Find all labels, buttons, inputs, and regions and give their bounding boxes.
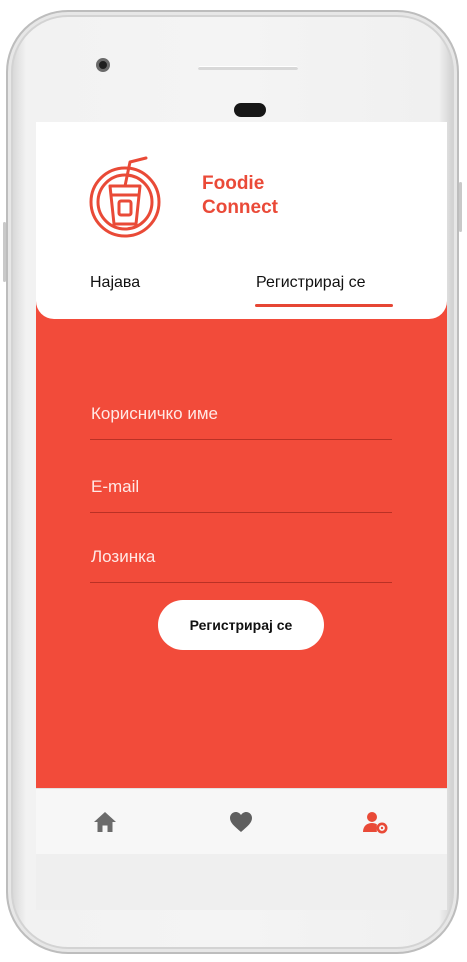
volume-button — [3, 222, 6, 282]
app-name-line1: Foodie — [202, 173, 265, 194]
heart-icon[interactable] — [228, 809, 254, 835]
tab-login[interactable]: Најава — [90, 274, 140, 292]
app-screen: Foodie Connect Најава Регистрирај се Кор… — [36, 122, 447, 854]
email-field[interactable]: E-mail — [90, 457, 392, 513]
home-icon[interactable] — [92, 809, 118, 835]
bottom-navigation — [36, 788, 447, 854]
password-field[interactable]: Лозинка — [90, 527, 392, 583]
tab-register[interactable]: Регистрирај се — [256, 274, 366, 292]
username-field[interactable]: Корисничко име — [90, 384, 392, 440]
proximity-sensor — [234, 103, 266, 117]
front-camera-icon — [96, 58, 110, 72]
password-placeholder: Лозинка — [91, 547, 156, 566]
earpiece-speaker — [198, 66, 298, 70]
active-tab-indicator — [255, 304, 393, 307]
username-placeholder: Корисничко име — [91, 404, 218, 423]
user-settings-icon[interactable] — [362, 809, 388, 835]
email-placeholder: E-mail — [91, 477, 140, 496]
app-name-line2: Connect — [202, 197, 278, 218]
app-name: Foodie Connect — [202, 172, 278, 220]
phone-chin — [36, 854, 447, 910]
power-button — [459, 182, 462, 232]
drink-cup-icon — [89, 156, 161, 238]
register-button[interactable]: Регистрирај се — [158, 600, 324, 650]
header-card: Foodie Connect Најава Регистрирај се — [36, 122, 447, 319]
